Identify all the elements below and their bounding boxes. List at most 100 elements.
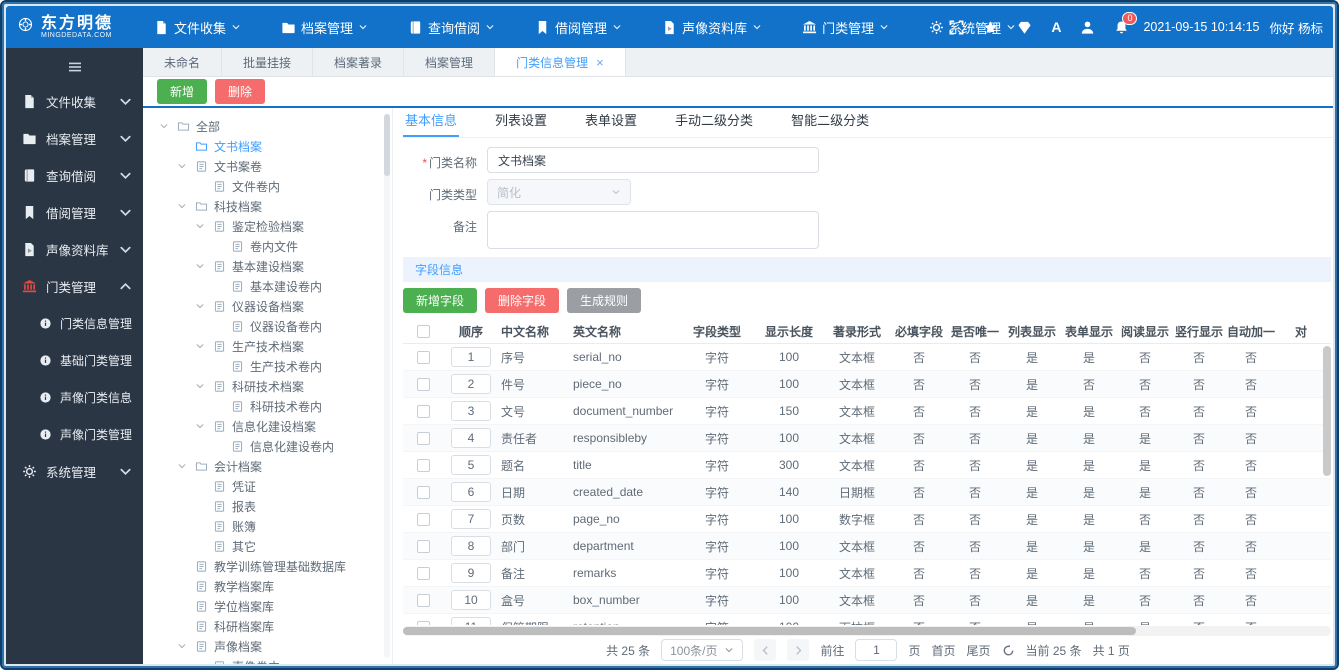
- gem-button[interactable]: [1017, 20, 1032, 35]
- panel-tab-0[interactable]: 基本信息: [403, 110, 459, 137]
- caret-down-icon[interactable]: [195, 421, 207, 431]
- fullscreen-button[interactable]: [949, 20, 964, 35]
- tree-node-14[interactable]: 科研技术卷内: [159, 396, 392, 416]
- category-type-select[interactable]: 简化: [487, 179, 631, 205]
- document-tab-3[interactable]: 档案管理: [404, 48, 496, 76]
- tree-node-25[interactable]: 科研档案库: [159, 616, 392, 636]
- caret-down-icon[interactable]: [195, 381, 207, 391]
- tree-node-22[interactable]: 教学训练管理基础数据库: [159, 556, 392, 576]
- order-input[interactable]: 2: [451, 374, 491, 394]
- panel-tab-2[interactable]: 表单设置: [583, 110, 639, 137]
- caret-down-icon[interactable]: [177, 641, 189, 651]
- caret-down-icon[interactable]: [159, 121, 171, 131]
- tree-node-24[interactable]: 学位档案库: [159, 596, 392, 616]
- tree-scrollbar[interactable]: [384, 114, 390, 658]
- row-checkbox[interactable]: [416, 350, 430, 364]
- remark-textarea[interactable]: [487, 211, 819, 249]
- order-input[interactable]: 11: [451, 617, 491, 625]
- page-size-select[interactable]: 100条/页: [661, 639, 744, 661]
- tree-scrollbar-thumb[interactable]: [384, 114, 390, 176]
- tree-node-15[interactable]: 信息化建设档案: [159, 416, 392, 436]
- sidebar-subitem-5-1[interactable]: 基础门类管理: [6, 342, 143, 379]
- select-all-checkbox[interactable]: [416, 324, 430, 338]
- tree-node-10[interactable]: 仪器设备卷内: [159, 316, 392, 336]
- row-checkbox[interactable]: [416, 485, 430, 499]
- caret-down-icon[interactable]: [195, 221, 207, 231]
- tree-node-4[interactable]: 科技档案: [159, 196, 392, 216]
- row-checkbox[interactable]: [416, 620, 430, 625]
- sidebar-item-0[interactable]: 文件收集: [6, 83, 143, 120]
- order-input[interactable]: 3: [451, 401, 491, 421]
- table-horizontal-scrollbar-thumb[interactable]: [403, 627, 1137, 635]
- add-button[interactable]: 新增: [157, 79, 208, 104]
- sidebar-item-2[interactable]: 查询借阅: [6, 157, 143, 194]
- category-name-input[interactable]: [487, 147, 819, 173]
- star-button[interactable]: [983, 20, 998, 35]
- top-menu-item-1[interactable]: 档案管理: [281, 18, 368, 37]
- brand-logo[interactable]: 东方明德 MINGDEDATA.COM: [18, 15, 144, 39]
- top-menu-item-3[interactable]: 借阅管理: [535, 18, 622, 37]
- tree-node-11[interactable]: 生产技术档案: [159, 336, 392, 356]
- order-input[interactable]: 8: [451, 536, 491, 556]
- document-tab-4[interactable]: 门类信息管理 ×: [495, 48, 626, 76]
- tree-node-3[interactable]: 文件卷内: [159, 176, 392, 196]
- panel-tab-1[interactable]: 列表设置: [493, 110, 549, 137]
- sidebar-collapse-button[interactable]: [6, 50, 143, 83]
- table-horizontal-scrollbar[interactable]: [403, 626, 1331, 636]
- row-checkbox[interactable]: [416, 377, 430, 391]
- top-menu-item-4[interactable]: 声像资料库: [662, 18, 762, 37]
- top-menu-item-0[interactable]: 文件收集: [154, 18, 241, 37]
- caret-down-icon[interactable]: [177, 461, 189, 471]
- table-vertical-scrollbar[interactable]: [1323, 346, 1331, 476]
- tree-node-7[interactable]: 基本建设档案: [159, 256, 392, 276]
- row-checkbox[interactable]: [416, 431, 430, 445]
- font-button[interactable]: A: [1051, 20, 1061, 34]
- tree-node-2[interactable]: 文书案卷: [159, 156, 392, 176]
- top-menu-item-5[interactable]: 门类管理: [802, 18, 889, 37]
- order-input[interactable]: 10: [451, 590, 491, 610]
- tree-node-27[interactable]: 声像卷内: [159, 656, 392, 664]
- sidebar-subitem-5-3[interactable]: 声像门类管理: [6, 416, 143, 453]
- tree-node-21[interactable]: 其它: [159, 536, 392, 556]
- delete-button[interactable]: 删除: [215, 79, 266, 104]
- bell-button[interactable]: 0: [1114, 11, 1138, 35]
- order-input[interactable]: 1: [451, 347, 491, 367]
- row-checkbox[interactable]: [416, 512, 430, 526]
- tree-node-19[interactable]: 报表: [159, 496, 392, 516]
- generate-rule-button[interactable]: 生成规则: [567, 288, 642, 313]
- close-tab-icon[interactable]: ×: [596, 56, 604, 69]
- order-input[interactable]: 4: [451, 428, 491, 448]
- caret-down-icon[interactable]: [195, 261, 207, 271]
- tree-node-12[interactable]: 生产技术卷内: [159, 356, 392, 376]
- next-page-button[interactable]: [787, 639, 810, 661]
- tree-node-6[interactable]: 卷内文件: [159, 236, 392, 256]
- row-checkbox[interactable]: [416, 566, 430, 580]
- refresh-icon[interactable]: [1002, 644, 1015, 657]
- last-page-link[interactable]: 尾页: [967, 642, 991, 659]
- tree-node-5[interactable]: 鉴定检验档案: [159, 216, 392, 236]
- tree-node-18[interactable]: 凭证: [159, 476, 392, 496]
- sidebar-item-4[interactable]: 声像资料库: [6, 231, 143, 268]
- sidebar-item-3[interactable]: 借阅管理: [6, 194, 143, 231]
- tree-node-16[interactable]: 信息化建设卷内: [159, 436, 392, 456]
- first-page-link[interactable]: 首页: [932, 642, 956, 659]
- order-input[interactable]: 6: [451, 482, 491, 502]
- panel-tab-3[interactable]: 手动二级分类: [673, 110, 755, 137]
- order-input[interactable]: 7: [451, 509, 491, 529]
- user-button[interactable]: [1080, 20, 1095, 35]
- sidebar-subitem-5-2[interactable]: 声像门类信息: [6, 379, 143, 416]
- sidebar-item-1[interactable]: 档案管理: [6, 120, 143, 157]
- tree-node-23[interactable]: 教学档案库: [159, 576, 392, 596]
- caret-down-icon[interactable]: [195, 341, 207, 351]
- tree-node-0[interactable]: 全部: [159, 116, 392, 136]
- document-tab-2[interactable]: 档案著录: [313, 48, 405, 76]
- panel-tab-4[interactable]: 智能二级分类: [789, 110, 871, 137]
- caret-down-icon[interactable]: [195, 301, 207, 311]
- sidebar-subitem-5-0[interactable]: 门类信息管理: [6, 305, 143, 342]
- row-checkbox[interactable]: [416, 539, 430, 553]
- tree-node-20[interactable]: 账簿: [159, 516, 392, 536]
- add-field-button[interactable]: 新增字段: [403, 288, 478, 313]
- document-tab-0[interactable]: 未命名: [143, 48, 223, 76]
- tree-node-8[interactable]: 基本建设卷内: [159, 276, 392, 296]
- delete-field-button[interactable]: 删除字段: [485, 288, 560, 313]
